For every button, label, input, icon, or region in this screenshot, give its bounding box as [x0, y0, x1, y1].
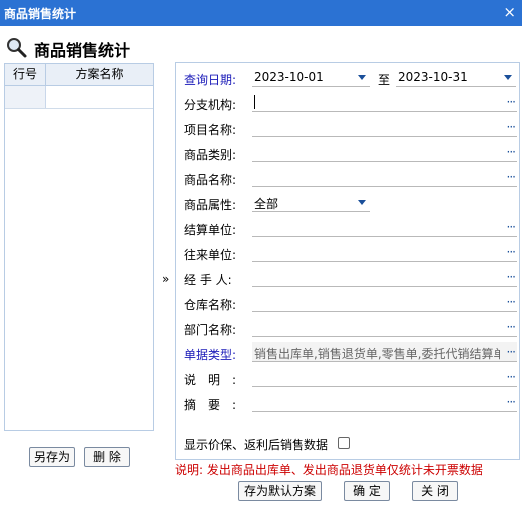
warehouse-label: 仓库名称:	[184, 298, 237, 312]
show-price-protection-label: 显示价保、返利后销售数据	[184, 438, 329, 452]
plan-list-header: 行号 方案名称	[5, 64, 153, 86]
doctype-field[interactable]: 销售出库单,销售退货单,零售单,委托代销结算单 ···	[252, 342, 517, 362]
department-label: 部门名称:	[184, 323, 237, 337]
browse-branch-icon[interactable]: ···	[507, 95, 517, 109]
project-label: 项目名称:	[184, 123, 237, 137]
product-label: 商品名称:	[184, 173, 237, 187]
window-title: 商品销售统计	[4, 7, 77, 21]
browse-doctype-icon[interactable]: ···	[507, 345, 517, 359]
project-field[interactable]: ···	[252, 117, 517, 137]
date-to-separator: 至	[378, 73, 391, 87]
browse-handler-icon[interactable]: ···	[507, 270, 517, 284]
attribute-select[interactable]: 全部	[252, 192, 370, 212]
browse-product-icon[interactable]: ···	[507, 170, 517, 184]
save-default-button[interactable]: 存为默认方案	[238, 481, 322, 501]
handler-label: 经 手 人:	[184, 273, 232, 287]
close-icon[interactable]: ×	[503, 3, 516, 21]
table-row[interactable]	[5, 86, 153, 109]
plan-list: 行号 方案名称	[4, 63, 154, 431]
page-title: 商品销售统计	[34, 41, 131, 60]
browse-description-icon[interactable]: ···	[507, 370, 517, 384]
browse-category-icon[interactable]: ···	[507, 145, 517, 159]
title-bar: 商品销售统计 ×	[0, 0, 522, 26]
branch-label: 分支机构:	[184, 98, 237, 112]
browse-project-icon[interactable]: ···	[507, 120, 517, 134]
dropdown-arrow-icon[interactable]	[504, 75, 512, 80]
department-field[interactable]: ···	[252, 317, 517, 337]
delete-button[interactable]: 删 除	[84, 447, 130, 467]
dropdown-arrow-icon[interactable]	[358, 75, 366, 80]
browse-partner-icon[interactable]: ···	[507, 245, 517, 259]
note-text: 说明: 发出商品出库单、发出商品退货单仅统计未开票数据	[175, 463, 483, 477]
category-field[interactable]: ···	[252, 142, 517, 162]
col-plan-name: 方案名称	[75, 67, 124, 81]
row-number-cell	[5, 86, 46, 108]
browse-settlement-icon[interactable]: ···	[507, 220, 517, 234]
show-price-protection-checkbox[interactable]	[338, 437, 350, 449]
col-row-number: 行号	[5, 64, 46, 85]
dropdown-arrow-icon[interactable]	[358, 200, 366, 205]
description-field[interactable]: ···	[252, 367, 517, 387]
summary-field[interactable]: ···	[252, 392, 517, 412]
category-label: 商品类别:	[184, 148, 237, 162]
magnifier-icon	[7, 38, 27, 58]
date-from-picker[interactable]: 2023-10-01	[252, 67, 370, 87]
partner-label: 往来单位:	[184, 248, 237, 262]
summary-label: 摘 要 :	[184, 398, 237, 412]
warehouse-field[interactable]: ···	[252, 292, 517, 312]
browse-warehouse-icon[interactable]: ···	[507, 295, 517, 309]
text-cursor	[254, 95, 255, 109]
date-label: 查询日期:	[184, 73, 237, 87]
settlement-label: 结算单位:	[184, 223, 237, 237]
doctype-label[interactable]: 单据类型:	[184, 346, 236, 363]
product-field[interactable]: ···	[252, 167, 517, 187]
partner-field[interactable]: ···	[252, 242, 517, 262]
expand-splitter-icon[interactable]: »	[162, 272, 169, 286]
save-as-button[interactable]: 另存为	[29, 447, 75, 467]
description-label: 说 明 :	[184, 373, 237, 387]
browse-department-icon[interactable]: ···	[507, 320, 517, 334]
handler-field[interactable]: ···	[252, 267, 517, 287]
settlement-field[interactable]: ···	[252, 217, 517, 237]
branch-field[interactable]: ···	[252, 92, 517, 112]
browse-summary-icon[interactable]: ···	[507, 395, 517, 409]
ok-button[interactable]: 确 定	[344, 481, 390, 501]
date-to-picker[interactable]: 2023-10-31	[396, 67, 516, 87]
attribute-label: 商品属性:	[184, 198, 237, 212]
close-button[interactable]: 关 闭	[412, 481, 458, 501]
